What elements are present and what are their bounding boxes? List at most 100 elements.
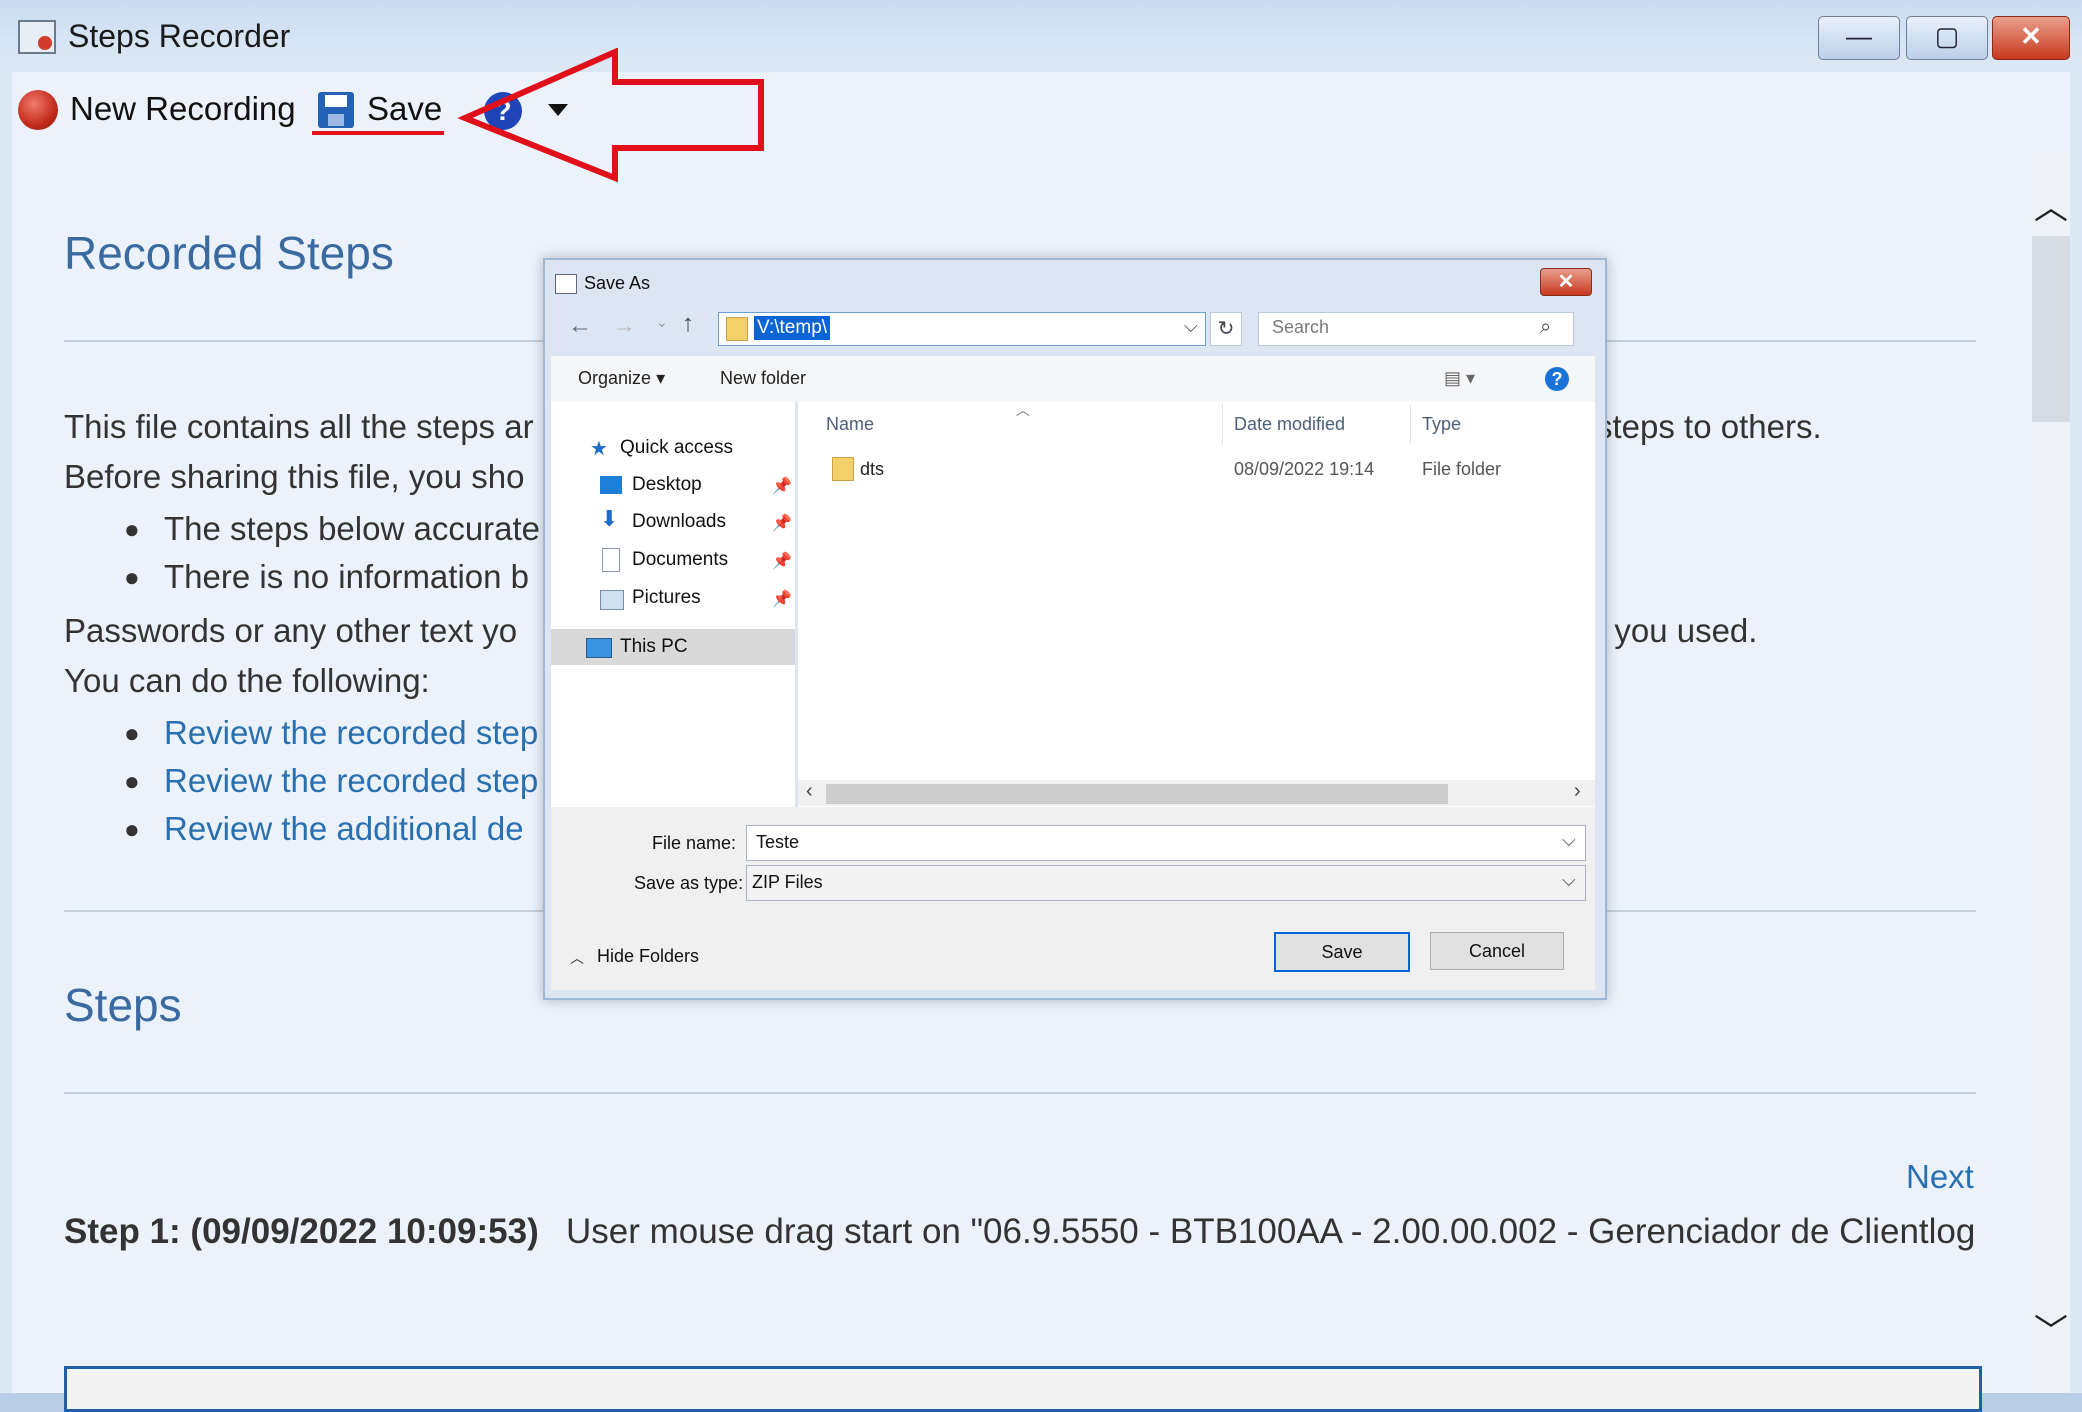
step-description: User mouse drag start on "06.9.5550 - BT… [566,1212,1976,1251]
up-folder-icon[interactable]: ↑ [682,310,694,338]
passwords-text-right: t you used. [1596,612,1758,649]
dialog-help-icon[interactable]: ? [1545,367,1569,391]
bullet: ● [124,562,140,592]
nav-item-quick-access[interactable]: Quick access [620,437,733,459]
scroll-right-icon[interactable]: › [1574,780,1581,803]
recent-locations-chevron-icon[interactable]: ⌄ [656,314,668,331]
file-name[interactable]: dts [860,459,884,480]
close-icon: ✕ [2020,21,2042,51]
close-button[interactable]: ✕ [1992,16,2070,60]
folder-icon [832,457,854,481]
scroll-up-icon[interactable]: ︿ [2034,180,2068,229]
desktop-icon [600,476,622,494]
column-header-type[interactable]: Type [1422,414,1461,435]
column-separator[interactable] [1222,404,1223,444]
nav-item-downloads[interactable]: Downloads [632,511,726,533]
this-pc-icon [586,638,612,658]
dialog-title: Save As [584,273,651,293]
organize-label: Organize [578,368,652,388]
address-path[interactable]: V:\temp\ [754,316,831,340]
bullet: ● [124,814,140,844]
passwords-text: Passwords or any other text yo [64,612,518,649]
command-bar [551,356,1595,403]
quick-access-star-icon: ★ [590,438,608,460]
step-screenshot [64,1366,1982,1412]
address-dropdown-icon[interactable]: ⌵ [1184,316,1198,337]
steps-recorder-app-icon [18,20,56,54]
save-icon[interactable] [318,92,354,128]
dialog-save-button[interactable]: Save [1274,932,1410,972]
dialog-close-button[interactable]: ✕ [1540,268,1592,296]
intro-text-2: Before sharing this file, you sho [64,458,525,495]
annotation-arrow [457,48,764,183]
recorded-steps-heading: Recorded Steps [64,227,394,279]
review-link[interactable]: Review the additional de [164,810,524,848]
hide-folders-chevron-icon[interactable]: ︿ [570,948,584,968]
scroll-down-icon[interactable]: ﹀ [2034,1304,2068,1353]
sort-ascending-icon: ︿ [1016,402,1030,418]
column-header-date[interactable]: Date modified [1234,414,1345,435]
bullet: ● [124,514,140,544]
steps-heading: Steps [64,979,182,1031]
file-name-value[interactable]: Teste [756,832,799,853]
maximize-button[interactable]: ▢ [1906,16,1988,60]
save-type-dropdown-icon[interactable]: ⌵ [1562,870,1576,891]
dialog-cancel-button[interactable]: Cancel [1430,932,1564,970]
minimize-icon: — [1846,21,1872,51]
title-bar[interactable] [0,0,2082,72]
file-name-field[interactable] [746,825,1586,861]
dialog-app-icon [555,274,577,294]
file-name-label: File name: [652,833,737,853]
window-title: Steps Recorder [68,18,291,54]
scroll-left-icon[interactable]: ‹ [806,780,813,803]
save-type-label: Save as type: [634,873,744,893]
bullet: ● [124,766,140,796]
folder-icon [726,317,748,341]
column-separator[interactable] [1410,404,1411,444]
annotation-arrow-shape [457,48,764,183]
new-recording-button[interactable]: New Recording [70,90,296,128]
file-date: 08/09/2022 19:14 [1234,459,1375,479]
list-item: The steps below accurate [164,510,541,547]
intro-text-right: steps to others. [1596,408,1822,445]
pin-icon: 📌 [772,478,792,495]
organize-menu[interactable]: Organize ▾ [578,368,665,389]
refresh-icon[interactable]: ↻ [1210,312,1242,346]
search-icon[interactable]: ⌕ [1540,316,1551,339]
horizontal-scrollbar-thumb[interactable] [826,784,1448,804]
pin-icon: 📌 [772,515,792,532]
file-type: File folder [1422,459,1502,479]
organize-dropdown-icon: ▾ [656,368,666,388]
bullet: ● [124,718,140,748]
minimize-button[interactable]: — [1818,16,1900,60]
divider [64,1092,1976,1094]
downloads-icon: ⬇ [600,506,619,531]
save-type-value[interactable]: ZIP Files [752,872,823,893]
back-arrow-icon[interactable]: ← [568,312,592,340]
column-header-name[interactable]: Name [826,414,874,435]
list-item: There is no information b [164,558,530,595]
maximize-icon: ▢ [1934,21,1960,51]
pictures-icon [600,590,624,610]
nav-item-desktop[interactable]: Desktop [632,474,702,496]
next-link[interactable]: Next [1906,1158,1974,1196]
step-title: Step 1: (09/09/2022 10:09:53) [64,1212,539,1251]
you-can-text: You can do the following: [64,662,430,699]
pin-icon: 📌 [772,553,792,570]
intro-text: This file contains all the steps ar [64,408,534,445]
save-button[interactable]: Save [367,90,442,128]
new-folder-button[interactable]: New folder [720,368,806,389]
save-type-select[interactable] [746,865,1586,901]
nav-item-pictures[interactable]: Pictures [632,587,701,609]
forward-arrow-icon[interactable]: → [612,312,636,340]
review-link[interactable]: Review the recorded step [164,762,538,800]
scrollbar-thumb[interactable] [2032,236,2070,422]
record-icon[interactable] [18,90,58,130]
file-name-dropdown-icon[interactable]: ⌵ [1562,830,1576,851]
review-link[interactable]: Review the recorded step [164,714,538,752]
nav-item-this-pc[interactable]: This PC [620,636,688,658]
nav-item-documents[interactable]: Documents [632,549,728,571]
hide-folders-button[interactable]: Hide Folders [597,946,699,967]
documents-icon [602,548,620,572]
view-options-icon[interactable]: ▤ ▾ [1444,368,1475,389]
